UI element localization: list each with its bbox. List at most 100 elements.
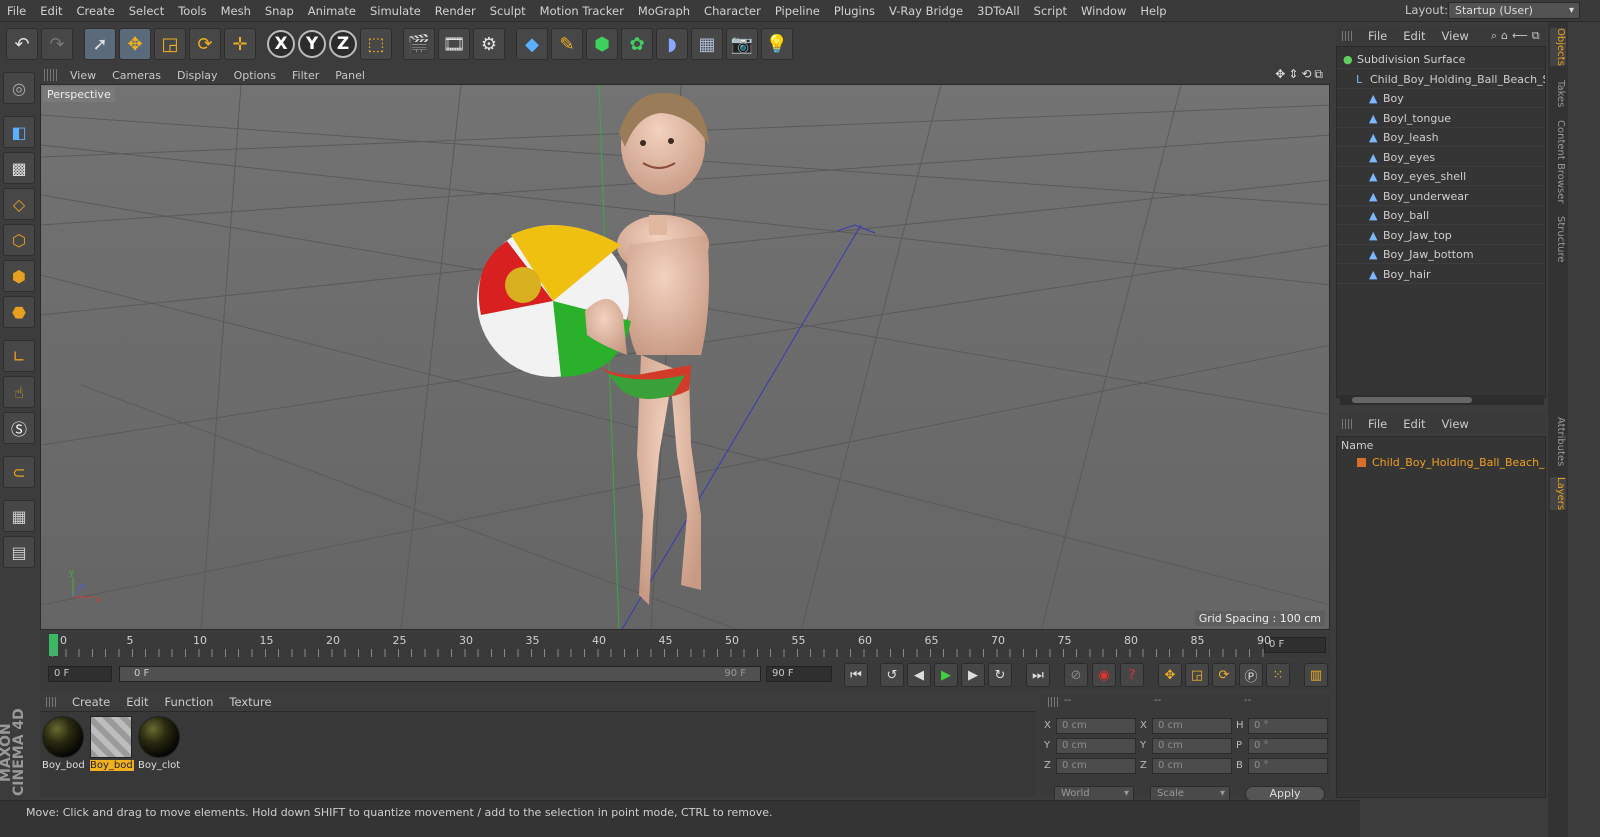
key-position-icon[interactable]: ✥: [1158, 663, 1182, 687]
menu-item-plugins[interactable]: Plugins: [827, 4, 882, 18]
floor-icon[interactable]: ▦: [691, 28, 723, 60]
material-swatch[interactable]: Boy_bod: [42, 716, 86, 776]
deformer-icon[interactable]: ◗: [656, 28, 688, 60]
material-menu-create[interactable]: Create: [64, 695, 118, 709]
layout-dropdown[interactable]: Startup (User): [1448, 2, 1580, 19]
key-rotation-icon[interactable]: ⟳: [1212, 663, 1236, 687]
end-frame-field[interactable]: 90 F: [766, 666, 832, 682]
material-swatch[interactable]: Boy_bod: [90, 716, 134, 776]
key-pla-icon[interactable]: ⁙: [1266, 663, 1290, 687]
menu-item-snap[interactable]: Snap: [258, 4, 301, 18]
menu-item-tools[interactable]: Tools: [171, 4, 213, 18]
menu-item-window[interactable]: Window: [1074, 4, 1133, 18]
edges-mode-icon[interactable]: ⬢: [3, 260, 35, 292]
object-row[interactable]: ▲ Boy_hair: [1337, 265, 1545, 284]
menu-item-create[interactable]: Create: [70, 4, 122, 18]
menu-item-render[interactable]: Render: [428, 4, 483, 18]
side-tab-attributes[interactable]: Attributes: [1550, 417, 1566, 466]
move-tool-icon[interactable]: ✥: [119, 28, 151, 60]
tweak-mode-icon[interactable]: ☝: [3, 376, 35, 408]
viewport-menu-options[interactable]: Options: [226, 69, 284, 82]
menu-item-mograph[interactable]: MoGraph: [631, 4, 697, 18]
material-menu-edit[interactable]: Edit: [118, 695, 156, 709]
keyframe-selection-icon[interactable]: ?: [1120, 663, 1144, 687]
side-tab-content-browser[interactable]: Content Browser: [1550, 120, 1566, 203]
object-row[interactable]: ▲ Boy_underwear: [1337, 187, 1545, 206]
go-to-end-icon[interactable]: ⏭: [1026, 663, 1050, 687]
scale-tool-icon[interactable]: ◲: [154, 28, 186, 60]
cube-primitive-icon[interactable]: ◆: [516, 28, 548, 60]
object-row[interactable]: ▲ Boy_eyes_shell: [1337, 167, 1545, 186]
transform-tool-icon[interactable]: ✛: [224, 28, 256, 60]
rotation-h-field[interactable]: 0 °: [1248, 718, 1328, 734]
go-to-start-icon[interactable]: ⏮: [844, 663, 868, 687]
object-row[interactable]: ▲ Boy: [1337, 89, 1545, 108]
z-axis-lock-icon[interactable]: Z: [329, 30, 357, 58]
make-editable-icon[interactable]: ◎: [3, 72, 35, 104]
menu-item-mesh[interactable]: Mesh: [214, 4, 258, 18]
menu-item-3dtoall[interactable]: 3DToAll: [970, 4, 1027, 18]
texture-mode-icon[interactable]: ▩: [3, 152, 35, 184]
menu-item-file[interactable]: File: [0, 4, 33, 18]
layers-menu-edit[interactable]: Edit: [1395, 417, 1433, 431]
menu-item-script[interactable]: Script: [1027, 4, 1074, 18]
key-parameter-icon[interactable]: Ⓟ: [1239, 663, 1263, 687]
spline-pen-icon[interactable]: ✎: [551, 28, 583, 60]
rotation-b-field[interactable]: 0 °: [1248, 758, 1328, 774]
side-tab-structure[interactable]: Structure: [1550, 216, 1566, 263]
points-mode-icon[interactable]: ⬡: [3, 224, 35, 256]
material-swatch[interactable]: Boy_clot: [138, 716, 182, 776]
object-row[interactable]: ▲ Boyl_tongue: [1337, 109, 1545, 128]
next-key-icon[interactable]: ↻: [988, 663, 1012, 687]
timeline-ruler[interactable]: 0 F 0 5 10 15 20 25 30 35 40 45 50 55 60 65 70 75 80 85 90: [40, 632, 1330, 658]
object-manager-scrollbar[interactable]: [1340, 395, 1544, 405]
object-row[interactable]: ▲ Boy_Jaw_top: [1337, 226, 1545, 245]
object-row[interactable]: ▲ Boy_Jaw_bottom: [1337, 245, 1545, 264]
camera-icon[interactable]: 📷: [726, 28, 758, 60]
position-x-field[interactable]: 0 cm: [1056, 718, 1136, 734]
live-selection-icon[interactable]: ➚: [84, 28, 116, 60]
scrollbar-thumb[interactable]: [1352, 397, 1472, 403]
cloner-icon[interactable]: ✿: [621, 28, 653, 60]
layer-row[interactable]: Child_Boy_Holding_Ball_Beach_St: [1341, 455, 1545, 471]
layers-menu-file[interactable]: File: [1360, 417, 1395, 431]
side-tab-objects[interactable]: Objects: [1550, 28, 1566, 66]
viewport-navigation-icons[interactable]: ✥⇕⟲⧉: [1275, 67, 1326, 82]
rotate-tool-icon[interactable]: ⟳: [189, 28, 221, 60]
object-manager-tool-icons[interactable]: ⌕⌂⟵⧉: [1491, 29, 1544, 43]
size-y-field[interactable]: 0 cm: [1152, 738, 1232, 754]
position-z-field[interactable]: 0 cm: [1056, 758, 1136, 774]
object-row[interactable]: ▲ Boy_leash: [1337, 128, 1545, 147]
timeline-end-field[interactable]: 0 F: [1264, 637, 1326, 653]
side-tab-takes[interactable]: Takes: [1550, 80, 1566, 107]
side-tab-layers[interactable]: Layers: [1550, 477, 1566, 511]
menu-item-v-ray-bridge[interactable]: V-Ray Bridge: [882, 4, 970, 18]
menu-item-motion-tracker[interactable]: Motion Tracker: [533, 4, 631, 18]
render-picture-viewer-icon[interactable]: 🎞: [438, 28, 470, 60]
object-row[interactable]: L Child_Boy_Holding_Ball_Beach_St: [1337, 70, 1545, 89]
menu-item-edit[interactable]: Edit: [33, 4, 69, 18]
viewport-menu-cameras[interactable]: Cameras: [104, 69, 169, 82]
undo-icon[interactable]: ↶: [6, 28, 38, 60]
menu-item-sculpt[interactable]: Sculpt: [483, 4, 533, 18]
viewport-menu-panel[interactable]: Panel: [327, 69, 373, 82]
light-icon[interactable]: 💡: [761, 28, 793, 60]
planar-workplane-icon[interactable]: ▤: [3, 536, 35, 568]
size-z-field[interactable]: 0 cm: [1152, 758, 1232, 774]
coordinate-system-icon[interactable]: ⬚: [360, 28, 392, 60]
rotation-p-field[interactable]: 0 °: [1248, 738, 1328, 754]
next-frame-icon[interactable]: ▶: [961, 663, 985, 687]
model-mode-icon[interactable]: ◧: [3, 116, 35, 148]
workplane-lock-icon[interactable]: ▦: [3, 500, 35, 532]
autokey-icon[interactable]: ◉: [1092, 663, 1116, 687]
render-view-icon[interactable]: 🎬: [403, 28, 435, 60]
subdivision-surface-icon[interactable]: ⬢: [586, 28, 618, 60]
current-frame-field[interactable]: 0 F: [48, 666, 112, 682]
material-menu-function[interactable]: Function: [157, 695, 222, 709]
menu-item-character[interactable]: Character: [697, 4, 768, 18]
layers-menu-view[interactable]: View: [1434, 417, 1477, 431]
menu-item-animate[interactable]: Animate: [301, 4, 363, 18]
objects-menu-file[interactable]: File: [1360, 29, 1395, 43]
menu-item-help[interactable]: Help: [1133, 4, 1173, 18]
timeline-window-icon[interactable]: ▥: [1304, 663, 1328, 687]
